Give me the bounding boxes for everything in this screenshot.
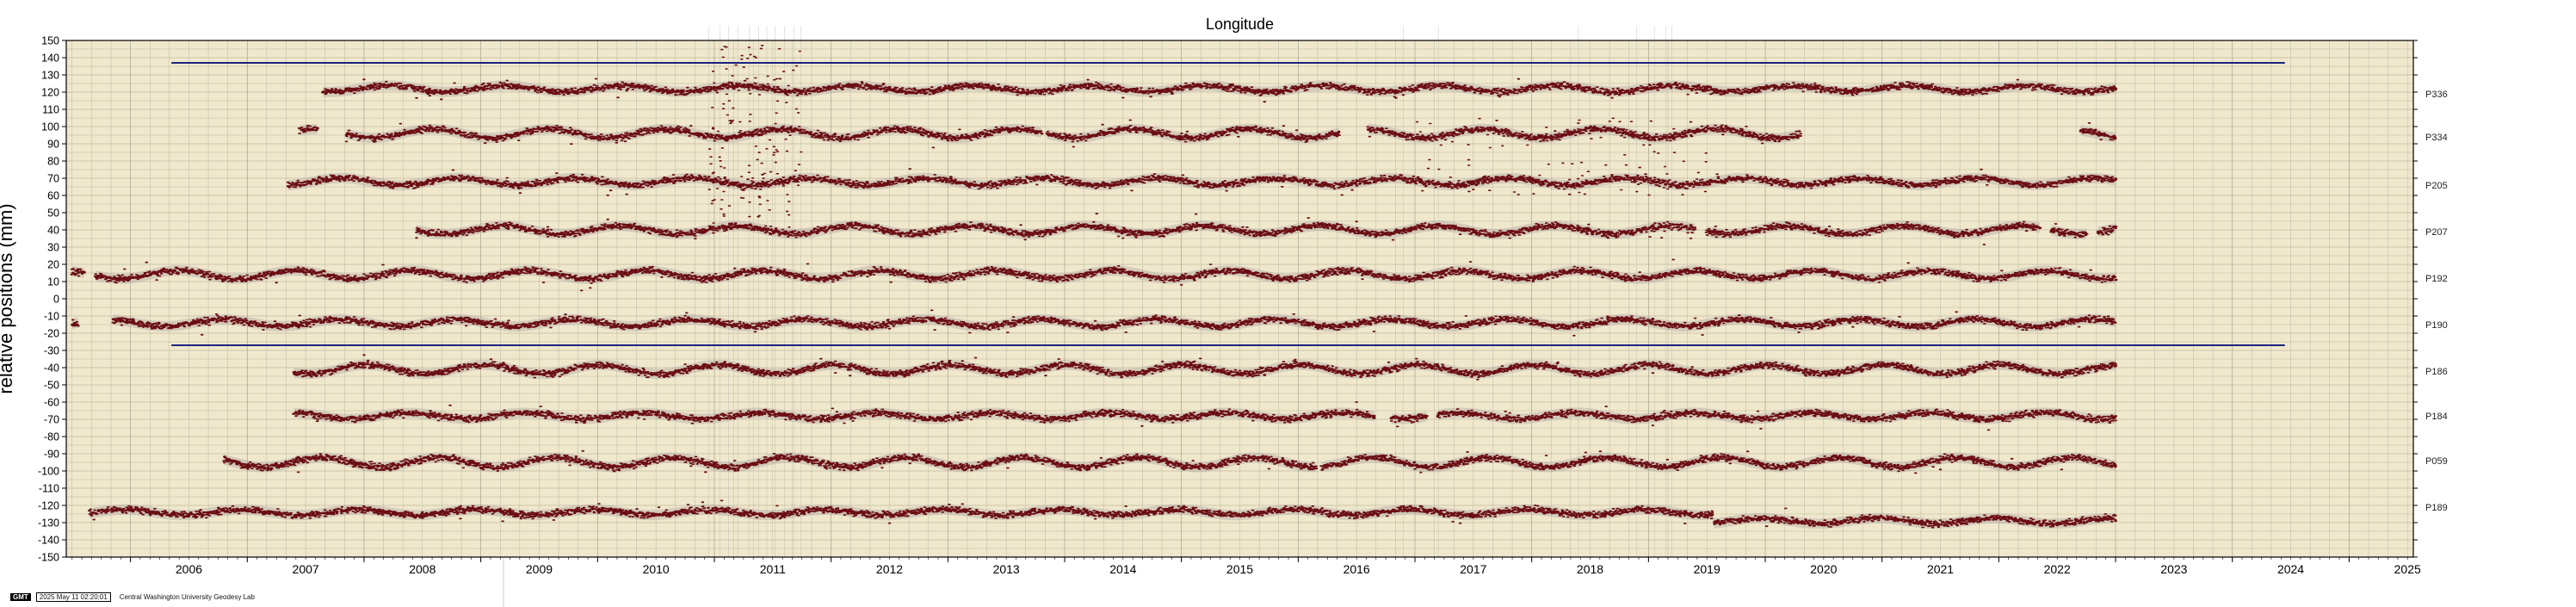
station-label-p207: P207 [2425, 227, 2448, 238]
y-tick-label: 30 [47, 242, 59, 254]
x-tick-label: 2015 [1226, 562, 1253, 576]
y-tick-label: -90 [44, 449, 59, 461]
x-tick-label: 2017 [1460, 562, 1486, 576]
y-tick-label: -50 [44, 380, 59, 392]
station-labels: P336 P334 P205 P207 P192 P190 P186 P184 P059 P189 [2425, 90, 2448, 513]
x-tick-label: 2022 [2044, 562, 2071, 576]
station-label-p186: P186 [2425, 367, 2448, 377]
y-tick-label: 40 [47, 225, 59, 237]
y-tick-label: -150 [38, 552, 59, 564]
y-tick-label: 70 [47, 173, 59, 185]
station-label-p184: P184 [2425, 412, 2448, 422]
station-label-p205: P205 [2425, 181, 2448, 191]
x-tick-label: 2009 [526, 562, 553, 576]
y-tick-label: 20 [47, 259, 59, 271]
y-tick-label: 110 [42, 104, 59, 116]
y-tick-label: 50 [47, 207, 59, 220]
y-tick-label: -140 [38, 535, 59, 547]
x-tick-label: 2025 [2394, 562, 2421, 576]
x-tick-label: 2023 [2160, 562, 2187, 576]
y-axis-title: relative positions (mm) [0, 203, 16, 393]
y-tick-label: -40 [44, 362, 59, 375]
x-tick-label: 2013 [993, 562, 1020, 576]
y-tick-label: -10 [44, 311, 59, 323]
y-tick-label: 120 [41, 87, 59, 99]
grid-lines [66, 40, 2413, 558]
y-tick-label: 130 [41, 70, 59, 82]
organization-label: Central Washington University Geodesy La… [119, 593, 255, 601]
y-tick-label: 150 [41, 35, 59, 47]
station-label-p059: P059 [2425, 456, 2448, 467]
x-tick-label: 2014 [1109, 562, 1136, 576]
x-tick-label: 2006 [176, 562, 202, 576]
y-tick-label: 90 [47, 139, 59, 151]
x-axis-ticks: 2006 2007 2008 2009 2010 2011 2012 2013 2014 2015… [71, 557, 2421, 576]
y-tick-label: -60 [44, 397, 59, 409]
y-tick-label: -20 [44, 328, 59, 340]
footer: GMT 2025 May 11 02:20:01 Central Washing… [10, 592, 255, 602]
x-tick-label: 2021 [1927, 562, 1954, 576]
chart-title: Longitude [1206, 15, 1274, 33]
y-tick-label: -110 [39, 483, 59, 495]
x-tick-label: 2020 [1810, 562, 1837, 576]
x-tick-label: 2007 [293, 562, 319, 576]
y-tick-label: 140 [41, 53, 59, 65]
y-tick-label: 80 [47, 156, 59, 168]
gmt-logo: GMT [10, 593, 31, 601]
station-label-p190: P190 [2425, 320, 2448, 331]
y-tick-label: -70 [44, 414, 59, 426]
y-tick-label: -100 [38, 466, 59, 478]
x-tick-label: 2016 [1344, 562, 1370, 576]
y-tick-label: -130 [38, 517, 59, 530]
y-tick-label: 0 [53, 294, 59, 306]
station-label-p192: P192 [2425, 274, 2448, 284]
x-tick-label: 2024 [2277, 562, 2304, 576]
y-tick-label: 60 [47, 190, 59, 202]
y-tick-label: 10 [47, 276, 59, 288]
x-tick-label: 2018 [1577, 562, 1603, 576]
x-tick-label: 2010 [643, 562, 670, 576]
station-label-p189: P189 [2425, 503, 2448, 513]
x-tick-label: 2008 [409, 562, 436, 576]
y-tick-label: -80 [44, 431, 59, 443]
x-tick-label: 2011 [760, 562, 786, 576]
station-label-p336: P336 [2425, 90, 2448, 100]
x-tick-label: 2019 [1694, 562, 1720, 576]
y-tick-label: -30 [44, 345, 59, 357]
time-series-chart: 1501401301201101009080706050403020100-10… [0, 15, 2448, 607]
y-tick-label: -120 [38, 500, 59, 512]
station-label-p334: P334 [2425, 133, 2448, 143]
y-tick-label: 100 [41, 121, 59, 133]
x-tick-label: 2012 [876, 562, 903, 576]
timestamp: 2025 May 11 02:20:01 [35, 592, 111, 602]
